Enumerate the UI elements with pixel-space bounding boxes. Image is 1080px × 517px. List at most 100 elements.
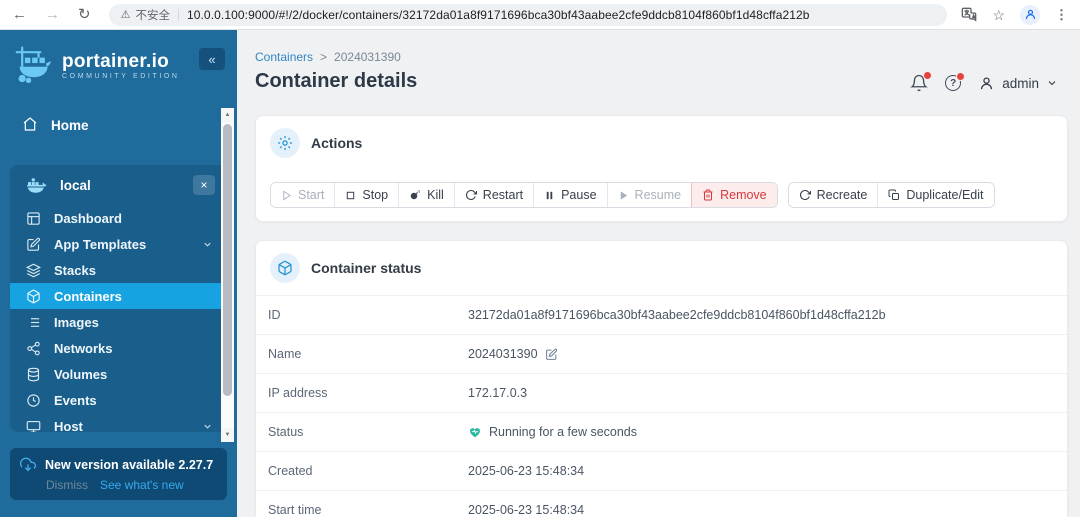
sidebar-scrollbar: ▲ ▼ [221, 108, 234, 442]
created-time: 2025-06-23 15:48:34 [468, 464, 585, 478]
chevron-down-icon [202, 421, 213, 432]
page-title: Container details [255, 70, 418, 92]
table-row-start-time: Start time 2025-06-23 15:48:34 [256, 490, 1067, 517]
sidebar-item-label: Images [54, 314, 99, 330]
resume-icon [618, 190, 629, 201]
browser-toolbar: ← → ↻ ⚠ 不安全 10.0.0.100:9000/#!/2/docker/… [0, 0, 1080, 30]
container-name: 2024031390 [468, 347, 538, 361]
sidebar-item-dashboard[interactable]: Dashboard [10, 205, 227, 231]
status-table: ID 32172da01a8f9171696bca30bf43aabee2cfe… [256, 295, 1067, 517]
bookmark-star-icon[interactable]: ☆ [992, 8, 1005, 22]
breadcrumb-link-containers[interactable]: Containers [255, 50, 313, 64]
sidebar-collapse-button[interactable]: « [199, 48, 225, 70]
logo-subtitle: COMMUNITY EDITION [62, 73, 180, 81]
close-icon[interactable]: × [193, 175, 215, 195]
pause-button[interactable]: Pause [533, 183, 607, 207]
app-frame: portainer.io COMMUNITY EDITION « Home lo… [0, 30, 1080, 517]
sidebar-item-volumes[interactable]: Volumes [10, 361, 227, 387]
portainer-logo-icon [14, 44, 54, 89]
clock-icon [26, 393, 41, 408]
table-row-status: Status Running for a few seconds [256, 412, 1067, 451]
edit-name-icon[interactable] [545, 348, 558, 361]
environment-section: local × Dashboard App Templates Stacks C… [10, 165, 227, 432]
environment-name: local [60, 177, 91, 193]
logo-row[interactable]: portainer.io COMMUNITY EDITION « [0, 30, 237, 102]
help-icon[interactable]: ? [945, 72, 966, 91]
monitor-icon [26, 419, 41, 432]
sidebar-item-stacks[interactable]: Stacks [10, 257, 227, 283]
recreate-button[interactable]: Recreate [788, 183, 878, 207]
status-text: Running for a few seconds [489, 425, 638, 439]
restart-icon [465, 189, 477, 201]
bomb-icon [409, 189, 421, 201]
sidebar: portainer.io COMMUNITY EDITION « Home lo… [0, 30, 237, 517]
chevron-down-icon [202, 239, 213, 250]
sidebar-item-label: Events [54, 392, 97, 408]
box-icon [26, 289, 41, 304]
container-status-panel: Container status ID 32172da01a8f9171696b… [255, 240, 1068, 517]
sidebar-item-containers[interactable]: Containers [10, 283, 227, 309]
scroll-down-arrow[interactable]: ▼ [221, 428, 234, 442]
profile-avatar[interactable] [1020, 4, 1040, 25]
panel-title: Actions [311, 135, 363, 151]
gear-icon [270, 128, 300, 158]
scrollbar-thumb[interactable] [223, 124, 232, 396]
remove-button[interactable]: Remove [691, 183, 777, 207]
back-icon[interactable]: ← [12, 7, 27, 22]
layers-icon [26, 263, 41, 278]
sidebar-item-networks[interactable]: Networks [10, 335, 227, 361]
trash-icon [702, 189, 714, 201]
breadcrumb-separator: > [320, 50, 328, 64]
logo-text: portainer.io COMMUNITY EDITION [62, 51, 180, 81]
cloud-download-icon [20, 457, 36, 473]
forward-icon[interactable]: → [45, 7, 60, 22]
edit-icon [26, 237, 41, 252]
sidebar-item-host[interactable]: Host [10, 413, 227, 432]
pause-icon [544, 190, 555, 201]
sidebar-item-app-templates[interactable]: App Templates [10, 231, 227, 257]
omnibox-divider [177, 8, 179, 21]
database-icon [26, 367, 41, 382]
resume-button[interactable]: Resume [606, 183, 692, 207]
dismiss-link[interactable]: Dismiss [46, 478, 88, 492]
sidebar-item-label: Containers [54, 288, 122, 304]
breadcrumb: Containers > 2024031390 [255, 50, 401, 64]
sidebar-item-images[interactable]: Images [10, 309, 227, 335]
sidebar-item-label: Home [51, 117, 89, 133]
sidebar-item-label: Networks [54, 340, 113, 356]
sidebar-item-label: Host [54, 418, 83, 433]
actions-toolbar: Start Stop Kill Restart Pause Resume Rem… [256, 158, 1067, 208]
address-bar[interactable]: ⚠ 不安全 10.0.0.100:9000/#!/2/docker/contai… [108, 3, 947, 26]
user-menu[interactable]: admin [978, 75, 1058, 92]
chevron-down-icon [1046, 77, 1058, 89]
restart-button[interactable]: Restart [453, 183, 534, 207]
box-icon [270, 253, 300, 283]
whats-new-link[interactable]: See what's new [100, 478, 184, 492]
url-text: 10.0.0.100:9000/#!/2/docker/containers/3… [186, 7, 810, 22]
sidebar-item-label: Volumes [54, 366, 108, 382]
breadcrumb-current: 2024031390 [334, 50, 401, 64]
scroll-up-arrow[interactable]: ▲ [221, 108, 234, 122]
update-message: New version available 2.27.7 [45, 458, 214, 472]
stop-icon [345, 190, 356, 201]
sidebar-item-label: Dashboard [54, 210, 122, 226]
start-time: 2025-06-23 15:48:34 [468, 503, 585, 517]
browser-actions: ☆ ⋮ [961, 4, 1068, 25]
dashboard-icon [26, 211, 41, 226]
container-id: 32172da01a8f9171696bca30bf43aabee2cfe9dd… [468, 308, 886, 322]
translate-icon[interactable] [961, 7, 977, 23]
notifications-bell-icon[interactable] [910, 71, 933, 92]
duplicate-edit-button[interactable]: Duplicate/Edit [877, 183, 994, 207]
sidebar-item-home[interactable]: Home [0, 110, 237, 140]
home-icon [22, 116, 38, 135]
start-button[interactable]: Start [271, 183, 335, 207]
user-icon [1025, 9, 1035, 19]
table-row-ip: IP address 172.17.0.3 [256, 373, 1067, 412]
reload-icon[interactable]: ↻ [78, 7, 91, 22]
stop-button[interactable]: Stop [334, 183, 399, 207]
browser-menu-icon[interactable]: ⋮ [1055, 7, 1068, 23]
environment-header[interactable]: local × [10, 165, 227, 205]
kill-button[interactable]: Kill [398, 183, 454, 207]
sidebar-item-events[interactable]: Events [10, 387, 227, 413]
healthy-heart-icon [468, 425, 482, 439]
